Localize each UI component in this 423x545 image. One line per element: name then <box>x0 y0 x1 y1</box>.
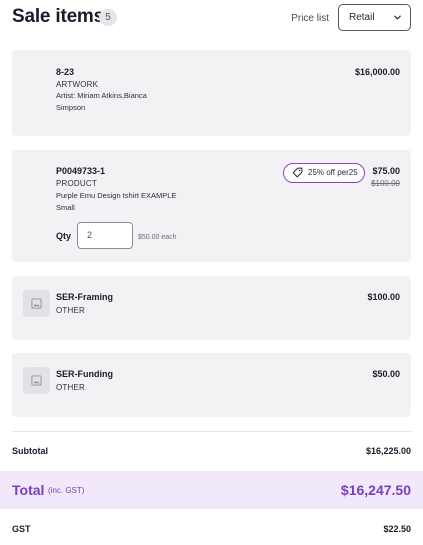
image-placeholder-icon <box>31 375 42 386</box>
item-price: $100.00 <box>367 292 400 302</box>
sale-items-header: Sale items 5 Price list Retail <box>12 4 411 32</box>
promo-label: 25% off per25 <box>308 168 358 177</box>
item-sku: SER-Framing <box>56 292 114 302</box>
sale-item-card[interactable]: SER-Framing OTHER $100.00 <box>12 276 411 340</box>
promo-badge: 25% off per25 <box>283 163 365 183</box>
item-sku: 8-23 <box>56 67 75 77</box>
sale-item-card[interactable]: SER-Funding OTHER $50.00 <box>12 353 411 417</box>
item-thumbnail <box>23 290 50 317</box>
item-description: Purple Emu Design tshirt EXAMPLE <box>56 191 177 200</box>
qty-label: Qty <box>56 231 72 241</box>
item-count-badge: 5 <box>99 9 117 26</box>
item-type: ARTWORK <box>56 80 99 89</box>
image-placeholder-icon <box>31 298 42 309</box>
tag-icon <box>292 167 303 178</box>
item-sku: P0049733-1 <box>56 166 106 176</box>
subtotal-label: Subtotal <box>12 446 48 456</box>
item-thumbnail <box>23 367 50 394</box>
item-price: $16,000.00 <box>354 67 400 77</box>
item-type: OTHER <box>56 306 85 315</box>
page-title: Sale items <box>12 6 104 27</box>
gst-value: $22.50 <box>383 524 411 534</box>
item-sku: SER-Funding <box>56 369 113 379</box>
total-row: Total (inc. GST) $16,247.50 <box>0 471 423 509</box>
item-type: OTHER <box>56 383 85 392</box>
gst-label: GST <box>12 524 31 534</box>
chevron-down-icon <box>394 15 401 20</box>
sale-item-card[interactable]: 8-23 ARTWORK Artist: Miriam Atkins,Bianc… <box>12 50 411 136</box>
qty-input[interactable]: 2 <box>77 222 133 249</box>
total-tax-note: (inc. GST) <box>48 486 85 495</box>
summary-divider <box>12 431 411 432</box>
total-value: $16,247.50 <box>340 482 411 498</box>
item-description: Artist: Miriam Atkins,Bianca Simpson <box>56 91 147 112</box>
sale-item-card[interactable]: P0049733-1 PRODUCT Purple Emu Design tsh… <box>12 150 411 262</box>
unit-price-each: $50.00 each <box>138 234 177 241</box>
subtotal-value: $16,225.00 <box>365 446 411 456</box>
item-price: $75.00 <box>372 166 400 176</box>
price-list-select[interactable]: Retail <box>338 4 411 31</box>
item-price: $50.00 <box>372 369 400 379</box>
item-original-price: $100.00 <box>371 179 400 188</box>
item-type: PRODUCT <box>56 179 97 188</box>
price-list-label: Price list <box>291 13 329 24</box>
item-variant: Small <box>56 203 75 212</box>
total-label: Total <box>12 482 45 498</box>
price-list-selected-value: Retail <box>349 12 375 23</box>
